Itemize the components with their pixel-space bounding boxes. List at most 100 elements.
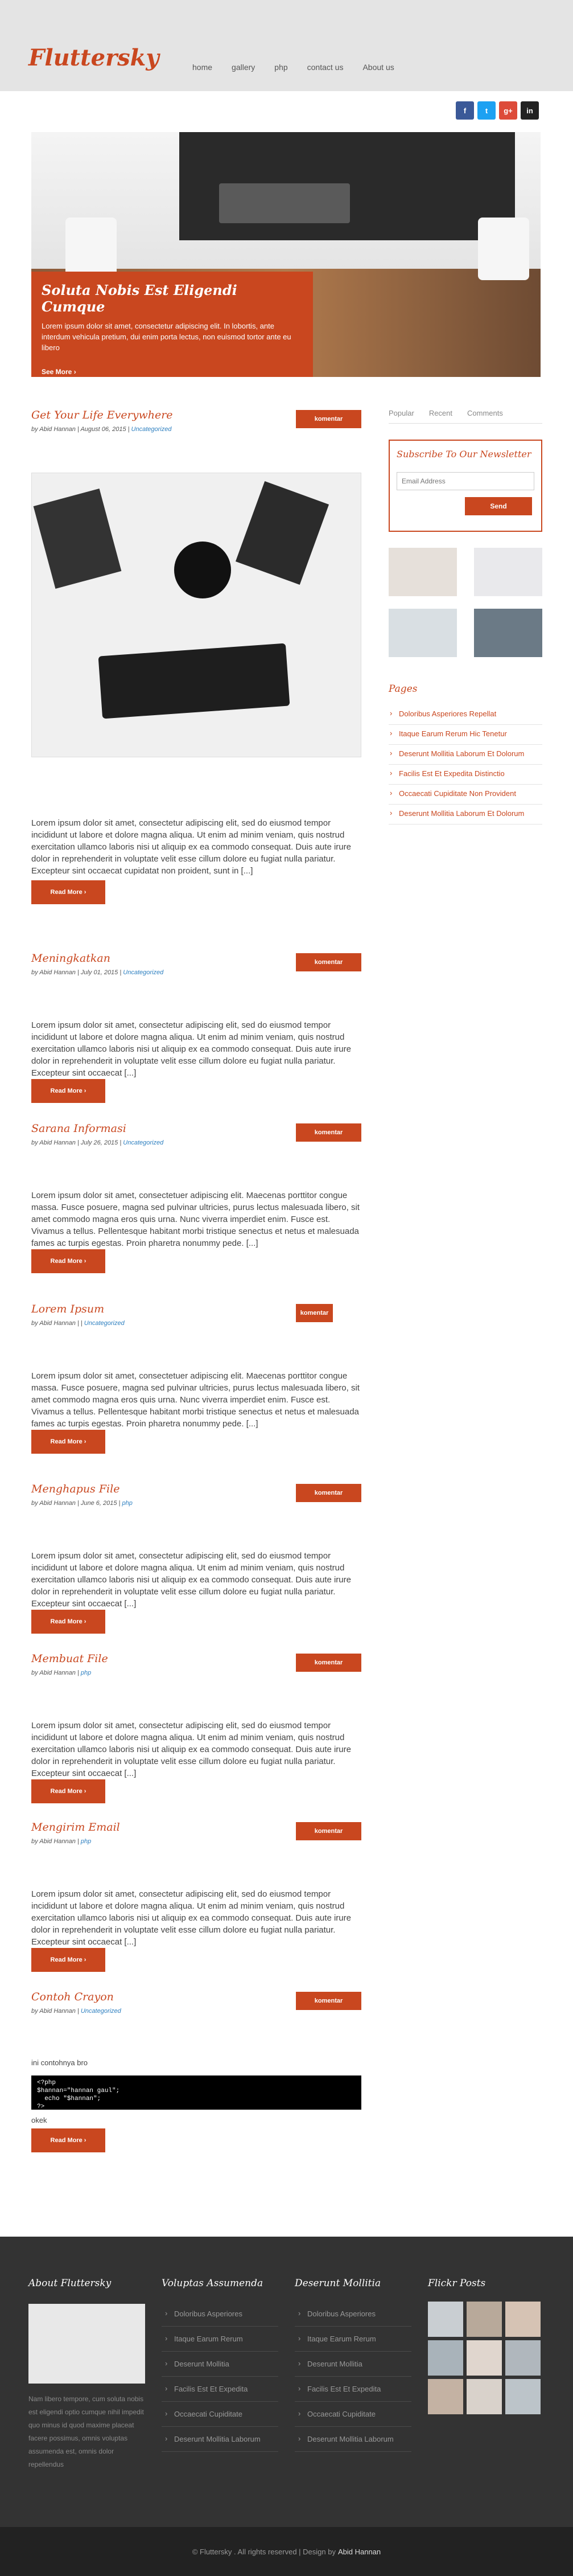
page-link[interactable]: Itaque Earum Rerum Hic Tenetur — [389, 725, 542, 745]
footer-link[interactable]: Facilis Est Et Expedita — [162, 2377, 278, 2402]
post-category[interactable]: php — [81, 1838, 91, 1845]
read-more-button[interactable]: Read More › — [31, 1430, 105, 1454]
flickr-photo[interactable] — [428, 2302, 463, 2337]
footer-link[interactable]: Deserunt Mollitia Laborum — [295, 2427, 411, 2452]
footer-link[interactable]: Occaecati Cupiditate — [295, 2402, 411, 2427]
hero-keyboard — [219, 183, 350, 223]
footer-flickr: Flickr Posts — [428, 2278, 545, 2414]
footer-link[interactable]: Occaecati Cupiditate — [162, 2402, 278, 2427]
flickr-photo[interactable] — [505, 2340, 541, 2376]
flickr-photo[interactable] — [505, 2302, 541, 2337]
footer-link[interactable]: Doloribus Asperiores — [295, 2302, 411, 2327]
flickr-photo[interactable] — [428, 2340, 463, 2376]
post: Lorem Ipsum by Abid Hannan | | Uncategor… — [31, 1303, 361, 1454]
footer-link[interactable]: Facilis Est Et Expedita — [295, 2377, 411, 2402]
email-field[interactable] — [397, 472, 534, 490]
page-link[interactable]: Deserunt Mollitia Laborum Et Dolorum — [389, 745, 542, 765]
footer-link[interactable]: Deserunt Mollitia — [295, 2352, 411, 2377]
footer-link[interactable]: Doloribus Asperiores — [162, 2302, 278, 2327]
read-more-button[interactable]: Read More › — [31, 880, 105, 904]
komentar-button[interactable]: komentar — [296, 1123, 361, 1142]
meta-separator: | — [75, 1670, 81, 1676]
tab-recent[interactable]: Recent — [429, 409, 452, 417]
nav-php[interactable]: php — [274, 63, 287, 72]
main-nav: home gallery php contact us About us — [192, 63, 394, 72]
meta-separator: | — [75, 1500, 81, 1507]
footer-link[interactable]: Deserunt Mollitia Laborum — [162, 2427, 278, 2452]
post-category[interactable]: php — [81, 1670, 91, 1676]
footer-link[interactable]: Deserunt Mollitia — [162, 2352, 278, 2377]
post-excerpt: Lorem ipsum dolor sit amet, consectetur … — [31, 1020, 351, 1078]
post-date: July 01, 2015 — [80, 969, 118, 976]
post-intro-text: ini contohnya bro — [31, 2058, 88, 2067]
post-category[interactable]: php — [122, 1500, 132, 1507]
hero-caption: Soluta Nobis Est Eligendi Cumque Lorem i… — [31, 272, 313, 377]
footer-link[interactable]: Itaque Earum Rerum — [295, 2327, 411, 2352]
meta-separator: | — [75, 969, 81, 976]
flickr-photo[interactable] — [467, 2379, 502, 2414]
post: Sarana Informasi by Abid Hannan | July 2… — [31, 1122, 361, 1273]
nav-home[interactable]: home — [192, 63, 212, 72]
post-category[interactable]: Uncategorized — [131, 426, 172, 433]
hero-speaker-left — [65, 218, 117, 280]
read-more-button[interactable]: Read More › — [31, 1779, 105, 1803]
page-link[interactable]: Deserunt Mollitia Laborum Et Dolorum — [389, 805, 542, 825]
post-category[interactable]: Uncategorized — [123, 1139, 163, 1146]
copyright-author-link[interactable]: Abid Hannan — [338, 2548, 381, 2556]
post-excerpt: Lorem ipsum dolor sit amet, consectetur … — [31, 1889, 351, 1947]
post-category[interactable]: Uncategorized — [81, 2008, 121, 2015]
komentar-button[interactable]: komentar — [296, 410, 361, 428]
flickr-photo[interactable] — [467, 2302, 502, 2337]
send-button[interactable]: Send — [465, 497, 532, 515]
komentar-button[interactable]: komentar — [296, 1484, 361, 1502]
hero-see-more-link[interactable]: See More › — [42, 368, 303, 376]
image-card — [174, 542, 231, 598]
linkedin-icon[interactable]: in — [521, 101, 539, 120]
post-after-text: okek — [31, 2116, 47, 2124]
post-excerpt: Lorem ipsum dolor sit amet, consectetuer… — [31, 1191, 360, 1248]
page-link[interactable]: Occaecati Cupiditate Non Provident — [389, 785, 542, 805]
post-author: by Abid Hannan — [31, 2008, 76, 2015]
footer-link[interactable]: Itaque Earum Rerum — [162, 2327, 278, 2352]
thumbnail-image[interactable] — [389, 609, 457, 657]
nav-contact[interactable]: contact us — [307, 63, 344, 72]
tab-popular[interactable]: Popular — [389, 409, 414, 417]
komentar-button[interactable]: komentar — [296, 1822, 361, 1840]
komentar-button[interactable]: komentar — [296, 1654, 361, 1672]
page-link[interactable]: Facilis Est Et Expedita Distinctio — [389, 765, 542, 785]
hero-text: Lorem ipsum dolor sit amet, consectetur … — [42, 322, 291, 352]
hero-speaker-right — [478, 218, 529, 280]
footer-column: Voluptas Assumenda Doloribus Asperiores … — [162, 2278, 278, 2452]
meta-separator: | — [126, 426, 131, 433]
thumbnail-image[interactable] — [389, 548, 457, 596]
post-date: June 6, 2015 — [80, 1500, 117, 1507]
post-excerpt: Lorem ipsum dolor sit amet, consectetur … — [31, 818, 351, 876]
read-more-button[interactable]: Read More › — [31, 1079, 105, 1103]
read-more-button[interactable]: Read More › — [31, 2128, 105, 2152]
flickr-photo[interactable] — [467, 2340, 502, 2376]
post-category[interactable]: Uncategorized — [123, 969, 163, 976]
read-more-button[interactable]: Read More › — [31, 1948, 105, 1972]
post-date: August 06, 2015 — [80, 426, 126, 433]
post-author: by Abid Hannan — [31, 969, 76, 976]
komentar-button[interactable]: komentar — [296, 1304, 333, 1322]
thumbnail-image[interactable] — [474, 609, 542, 657]
facebook-icon[interactable]: f — [456, 101, 474, 120]
flickr-photo[interactable] — [428, 2379, 463, 2414]
nav-gallery[interactable]: gallery — [232, 63, 255, 72]
nav-about[interactable]: About us — [362, 63, 394, 72]
page-link[interactable]: Doloribus Asperiores Repellat — [389, 705, 542, 725]
footer-column-title: Voluptas Assumenda — [162, 2278, 263, 2289]
post-category[interactable]: Uncategorized — [84, 1320, 125, 1327]
read-more-button[interactable]: Read More › — [31, 1249, 105, 1273]
read-more-button[interactable]: Read More › — [31, 1610, 105, 1634]
komentar-button[interactable]: komentar — [296, 953, 361, 971]
tab-comments[interactable]: Comments — [467, 409, 503, 417]
thumbnail-image[interactable] — [474, 548, 542, 596]
twitter-icon[interactable]: t — [477, 101, 496, 120]
site-logo[interactable]: Fluttersky — [28, 44, 159, 71]
flickr-photo[interactable] — [505, 2379, 541, 2414]
post-excerpt: Lorem ipsum dolor sit amet, consectetur … — [31, 1551, 351, 1609]
komentar-button[interactable]: komentar — [296, 1992, 361, 2010]
google-plus-icon[interactable]: g+ — [499, 101, 517, 120]
